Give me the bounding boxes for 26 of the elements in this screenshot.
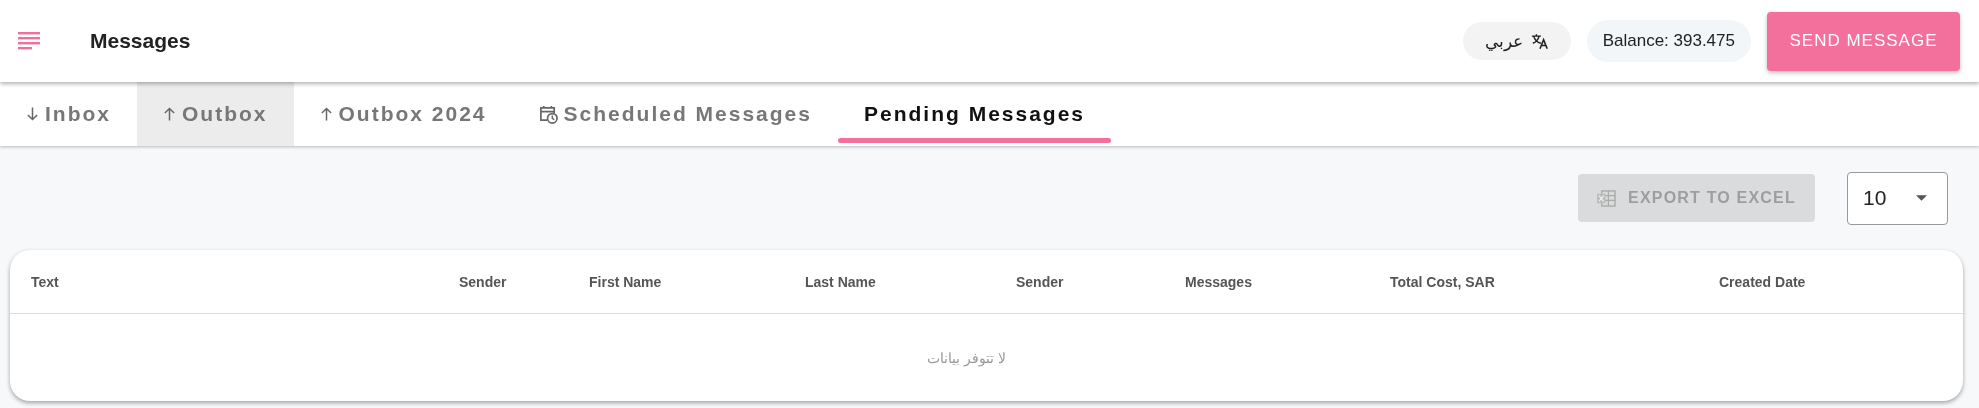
column-header[interactable]: First Name	[589, 273, 662, 290]
calendar-clock-icon	[538, 104, 558, 124]
language-button[interactable]: عربي	[1462, 22, 1571, 60]
arrow-up-icon	[319, 106, 333, 122]
tab[interactable]: Outbox 2024	[293, 82, 513, 146]
balance-chip: Balance: 393.475	[1586, 20, 1751, 62]
tab[interactable]: Pending Messages	[837, 82, 1112, 146]
empty-message: لا تتوفر بيانات	[927, 349, 1006, 366]
page-size-select[interactable]: 10	[1847, 171, 1948, 225]
column-header[interactable]: Created Date	[1719, 273, 1806, 290]
column-header[interactable]: Messages	[1185, 273, 1252, 290]
arrow-down-icon	[26, 106, 39, 122]
menu-icon[interactable]	[18, 32, 40, 50]
spreadsheet-icon	[1597, 189, 1616, 207]
column-header[interactable]: Text	[31, 273, 59, 290]
tab[interactable]: Scheduled Messages	[512, 82, 838, 146]
column-header[interactable]: Sender	[1016, 273, 1064, 290]
column-header[interactable]: Total Cost, SAR	[1390, 273, 1495, 290]
dropdown-caret-icon	[1916, 195, 1927, 201]
tab[interactable]: Outbox	[137, 82, 294, 146]
page-title: Messages	[90, 29, 191, 53]
arrow-up-icon	[163, 106, 176, 122]
column-header[interactable]: Last Name	[805, 273, 876, 290]
translate-icon	[1530, 32, 1549, 50]
tab[interactable]: Inbox	[0, 82, 137, 146]
column-header[interactable]: Sender	[459, 273, 507, 290]
